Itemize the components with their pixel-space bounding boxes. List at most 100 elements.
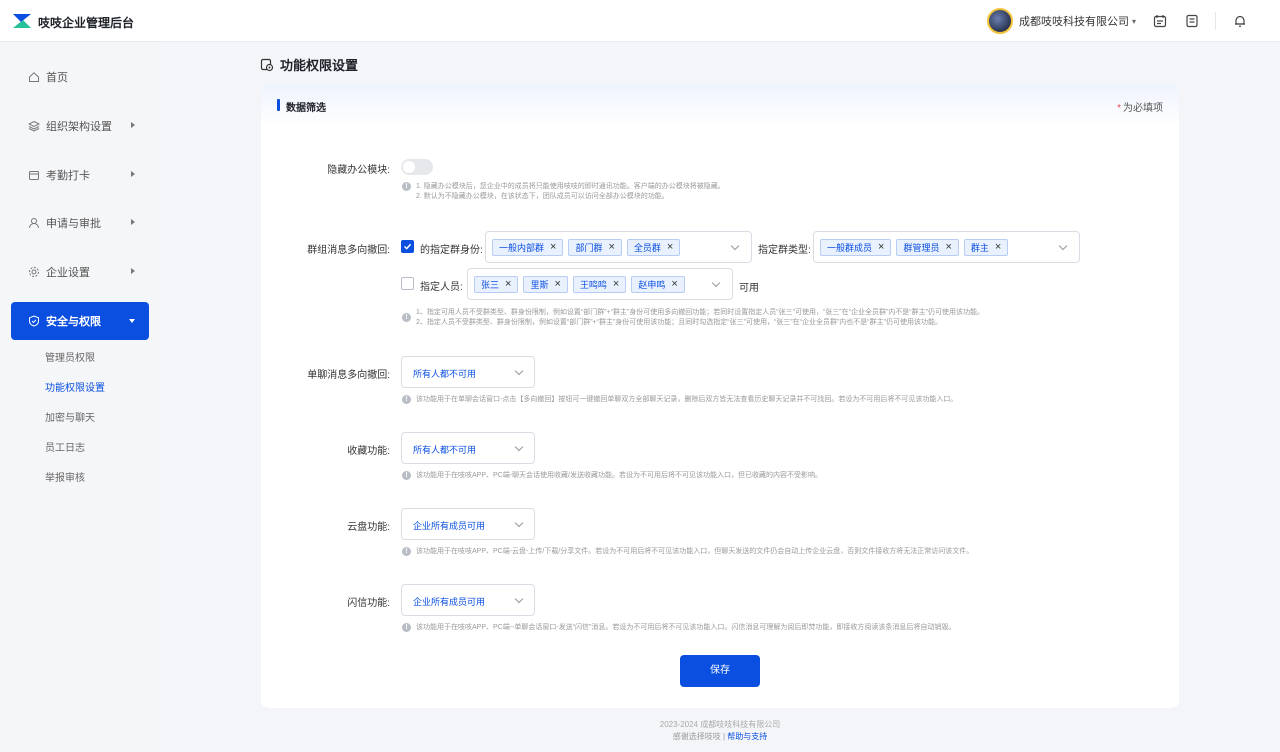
hide-office-hint: ! 1. 隐藏办公模块后，您企业中的成员将只能使用吱吱的即时通讯功能。客户端的办… [402,182,725,202]
close-icon[interactable]: × [667,242,673,253]
chevron-right-icon [131,268,135,274]
sidebar-item-security[interactable]: 安全与权限 [11,302,149,340]
chevron-down-icon [514,518,524,528]
info-icon: ! [402,182,411,191]
close-icon[interactable]: × [550,242,556,253]
role-tag: 一般内部群 × [492,238,564,256]
chevron-right-icon [131,122,135,128]
sidebar-sub-function-permission[interactable]: 功能权限设置 [45,379,105,394]
sidebar-sub-report[interactable]: 举报审核 [45,469,85,484]
section-title: 数据筛选 [286,103,326,114]
close-icon[interactable]: × [505,279,511,290]
chevron-right-icon [131,171,135,177]
group-type-tag: 一般群成员 × [820,238,892,256]
top-header: 吱吱企业管理后台 成都吱吱科技有限公司 ▾ [0,0,1280,42]
role-tag: 全员群 × [626,238,681,256]
home-icon [29,72,39,82]
group-type-select[interactable]: 一般群成员 × 群管理员 × 群主 × [813,231,1080,263]
sidebar-item-org[interactable]: 组织架构设置 [11,107,149,145]
chevron-down-icon [1058,241,1068,251]
group-type-label: 指定群类型: [758,245,811,256]
footer-links: 感谢选择吱吱 | 帮助与支持 [672,732,768,741]
role-checkbox-label: 的指定群身份: [420,245,483,256]
close-icon[interactable]: × [671,279,677,290]
footer-copyright: 2023-2024 成都吱吱科技有限公司 [659,720,781,729]
close-icon[interactable]: × [608,242,614,253]
calendar-icon [29,171,39,180]
sidebar-item-label: 申请与审批 [46,218,101,230]
sidebar-item-attendance[interactable]: 考勤打卡 [11,156,149,194]
info-icon: ! [402,623,411,632]
favorite-label: 收藏功能: [347,446,390,457]
close-icon[interactable]: × [945,242,951,253]
group-type-tag: 群主 × [963,238,1009,256]
check-icon [403,243,412,250]
logo-icon [13,14,31,28]
chevron-down-icon [711,278,721,288]
cloud-label: 云盘功能: [347,522,390,533]
single-recall-hint: ! 该功能用于在单聊会话窗口-点击【多向撤回】按钮可一键撤回单聊双方全部聊天记录，… [402,395,957,405]
sidebar-item-home[interactable]: 首页 [11,58,149,96]
sidebar-item-label: 安全与权限 [46,316,101,328]
layers-icon [28,120,40,132]
section-accent-bar [277,99,280,111]
hide-office-toggle[interactable] [401,159,433,175]
sidebar-item-label: 首页 [46,72,68,84]
close-icon[interactable]: × [878,242,884,253]
chevron-down-icon [514,442,524,452]
flash-label: 闪信功能: [347,598,390,609]
header-divider [1215,12,1216,30]
info-icon: ! [402,471,411,480]
flash-hint: ! 该功能用于在吱吱APP、PC端--单聊会话窗口-发送“闪信”消息。若设为不可用… [402,623,955,633]
info-icon: ! [402,313,411,322]
chevron-down-icon [514,366,524,376]
group-recall-hint: ! 1、指定可用人员不受群类型、群身份限制，例如设置“部门群”+“群主”身份可使… [402,308,1142,328]
sidebar-sub-logs[interactable]: 员工日志 [45,439,85,454]
gear-icon [29,267,39,277]
person-tag: 王鸣鸣 × [572,275,627,293]
single-recall-select[interactable]: 所有人都不可用 [401,356,535,388]
close-icon[interactable]: × [995,242,1001,253]
sidebar-item-label: 考勤打卡 [46,170,90,182]
page-title-text: 功能权限设置 [280,58,359,73]
favorite-select[interactable]: 所有人都不可用 [401,432,535,464]
person-select[interactable]: 张三 × 里斯 × 王鸣鸣 × 赵申鸣 × [467,268,733,300]
person-checkbox-label: 指定人员: [420,282,463,293]
sidebar: 首页 组织架构设置 考勤打卡 申请与审批 企业设置 安全与权限 管理员权限 功能… [0,42,160,752]
close-icon[interactable]: × [613,279,619,290]
person-checkbox[interactable] [401,277,414,290]
sidebar-sub-admin[interactable]: 管理员权限 [45,349,95,364]
group-recall-label: 群组消息多向撤回: [307,245,390,256]
sidebar-item-label: 企业设置 [46,267,90,279]
cloud-select[interactable]: 企业所有成员可用 [401,508,535,540]
document-icon[interactable] [1185,14,1199,28]
page-title: 功能权限设置 [260,55,358,74]
required-note: * 为必填项 [1117,103,1163,114]
sidebar-item-approval[interactable]: 申请与审批 [11,204,149,242]
info-icon: ! [402,547,411,556]
caret-down-icon: ▾ [1132,16,1137,26]
chevron-down-icon [730,241,740,251]
help-support-link[interactable]: 帮助与支持 [727,732,767,741]
avatar[interactable] [987,8,1013,34]
favorite-hint: ! 该功能用于在吱吱APP、PC端-聊天会话使用收藏/发送收藏功能。若设为不可用后… [402,471,822,481]
group-role-select[interactable]: 一般内部群 × 部门群 × 全员群 × [485,231,752,263]
role-tag: 部门群 × [568,238,622,256]
role-checkbox[interactable] [401,240,414,253]
available-text: 可用 [739,283,759,294]
cloud-hint: ! 该功能用于在吱吱APP、PC端-云盘-上传/下载/分享文件。若设为不可用后将不… [402,547,973,557]
flash-select[interactable]: 企业所有成员可用 [401,584,535,616]
bell-icon[interactable] [1233,14,1247,28]
chevron-down-icon [514,594,524,604]
schedule-icon[interactable] [1153,14,1167,28]
company-switcher[interactable]: 成都吱吱科技有限公司 ▾ [987,8,1136,34]
sidebar-item-label: 组织架构设置 [46,121,112,133]
sidebar-item-settings[interactable]: 企业设置 [11,253,149,291]
person-tag: 里斯 × [523,275,568,293]
chevron-down-icon [129,319,135,323]
save-button[interactable]: 保存 [680,655,760,687]
shield-icon [29,315,39,327]
close-icon[interactable]: × [554,279,560,290]
person-tag: 张三 × [474,275,519,293]
sidebar-sub-encryption[interactable]: 加密与聊天 [45,409,95,424]
